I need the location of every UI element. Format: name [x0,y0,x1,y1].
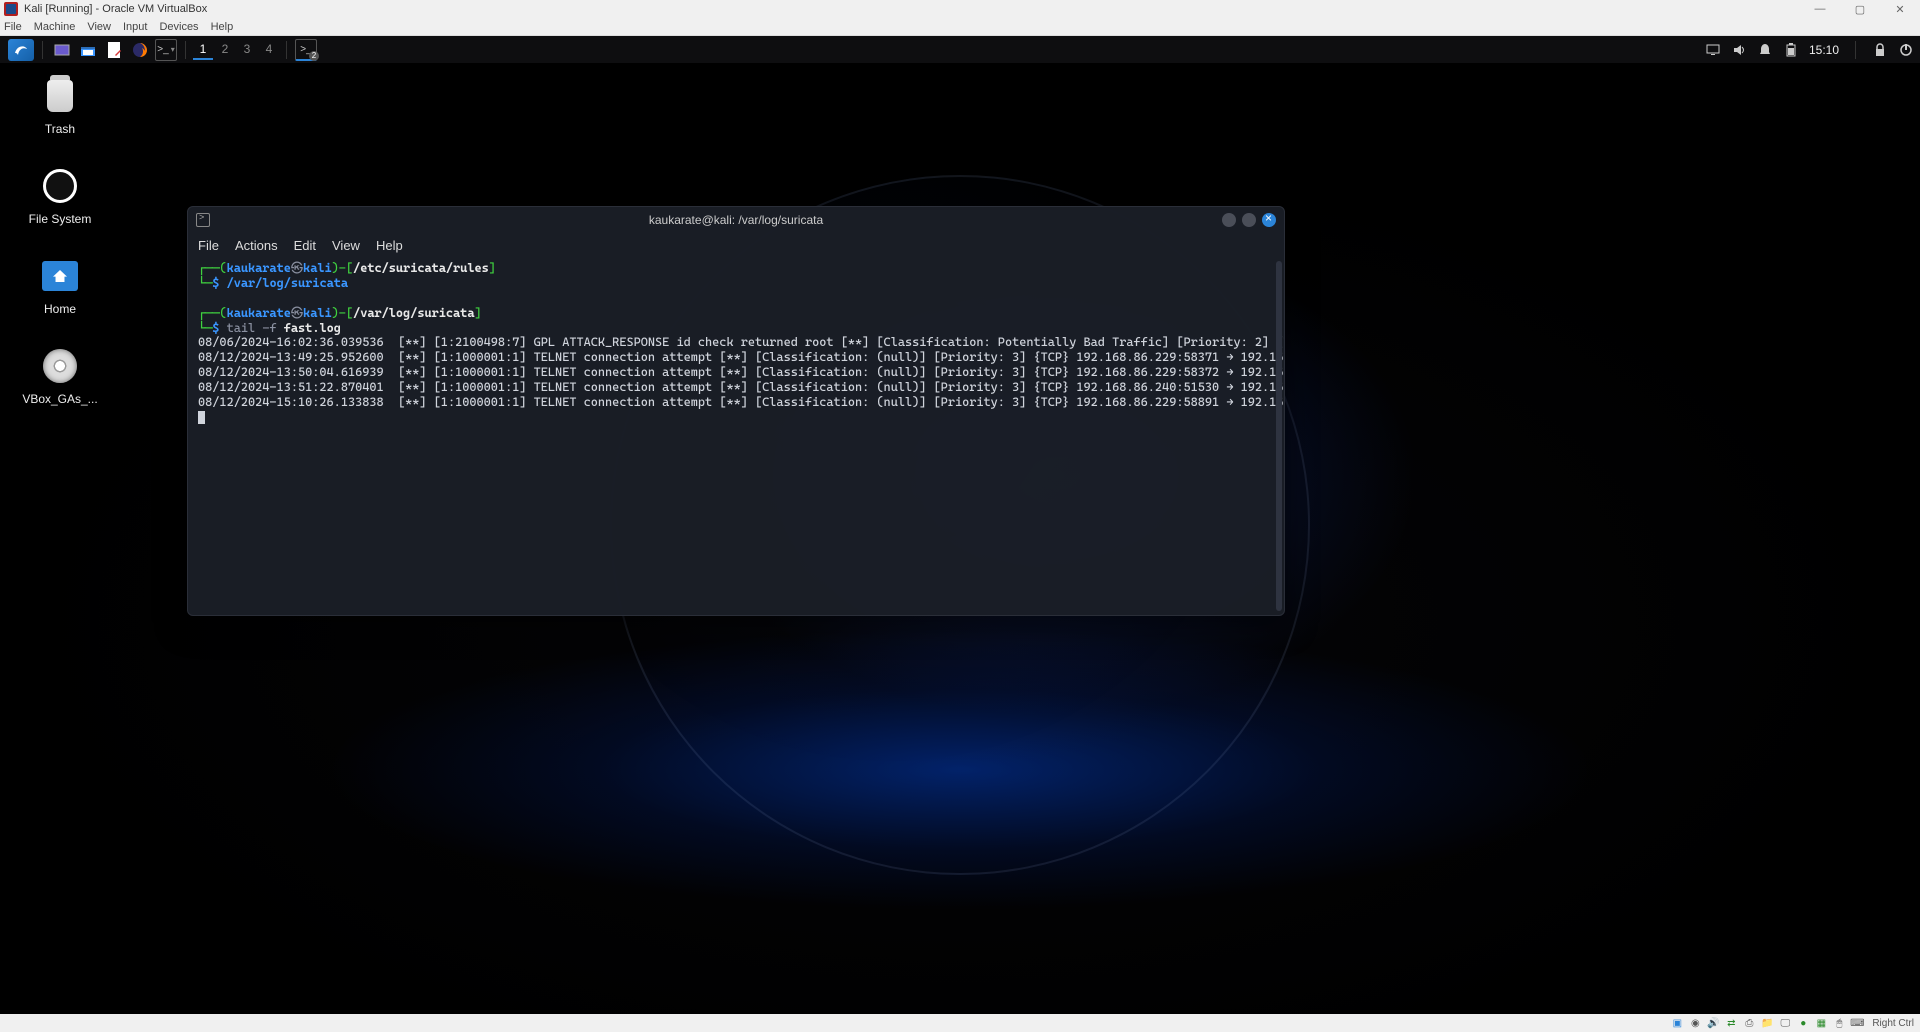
show-desktop-button[interactable] [51,39,73,61]
virtualbox-icon [4,2,18,16]
host-menu-devices[interactable]: Devices [159,21,198,33]
workspace-3[interactable]: 3 [237,40,257,60]
host-menu-view[interactable]: View [87,21,111,33]
status-network-icon[interactable]: ⇄ [1724,1016,1738,1030]
display-icon[interactable] [1705,42,1721,58]
desktop-icon-home[interactable]: Home [20,256,100,316]
status-usb-icon[interactable]: ⎙ [1742,1016,1756,1030]
panel-clock[interactable]: 15:10 [1809,43,1839,57]
status-mouse-icon[interactable]: 🖱 [1832,1016,1846,1030]
host-minimize-button[interactable]: — [1800,0,1840,18]
text-editor-button[interactable] [103,39,125,61]
terminal-scrollbar[interactable] [1276,261,1282,611]
workspace-1[interactable]: 1 [193,40,213,60]
terminal-maximize-button[interactable] [1242,213,1256,227]
terminal-titlebar[interactable]: kaukarate@kali: /var/log/suricata [188,207,1284,233]
host-statusbar: ▣ ◉ 🔊 ⇄ ⎙ 📁 🖵 ● ▦ 🖱 ⌨ Right Ctrl [0,1014,1920,1032]
host-titlebar: Kali [Running] - Oracle VM VirtualBox — … [0,0,1920,18]
lock-icon[interactable] [1872,42,1888,58]
kali-panel: >_▾ 1 2 3 4 >_ 15:10 [0,36,1920,63]
host-close-button[interactable]: ✕ [1880,0,1920,18]
status-host-key: Right Ctrl [1872,1018,1914,1029]
battery-icon[interactable] [1783,42,1799,58]
file-manager-button[interactable] [77,39,99,61]
desktop-icon-filesystem[interactable]: File System [20,166,100,226]
host-menu-machine[interactable]: Machine [34,21,76,33]
terminal-menu-help[interactable]: Help [376,238,403,253]
terminal-menu-file[interactable]: File [198,238,219,253]
firefox-button[interactable] [129,39,151,61]
status-display-icon[interactable]: 🖵 [1778,1016,1792,1030]
home-folder-icon [42,261,78,291]
workspace-4[interactable]: 4 [259,40,279,60]
desktop-icon-label: Home [44,302,76,316]
filesystem-icon [43,169,77,203]
kali-menu-button[interactable] [8,39,34,61]
terminal-menu-actions[interactable]: Actions [235,238,278,253]
terminal-minimize-button[interactable] [1222,213,1236,227]
desktop-icon-vbox-gas[interactable]: VBox_GAs_... [20,346,100,406]
desktop-icon-label: Trash [45,122,75,136]
cd-disc-icon [43,349,77,383]
host-menu-help[interactable]: Help [211,21,234,33]
terminal-icon [196,213,210,227]
terminal-title: kaukarate@kali: /var/log/suricata [649,213,823,227]
status-record-icon[interactable]: ● [1796,1016,1810,1030]
terminal-close-button[interactable] [1262,213,1276,227]
terminal-body[interactable]: ┌──(kaukarate㉿kali)-[/etc/suricata/rules… [188,257,1284,615]
host-maximize-button[interactable]: ▢ [1840,0,1880,18]
status-keyboard-icon[interactable]: ⌨ [1850,1016,1864,1030]
taskbar-terminal-button[interactable]: >_ [295,39,317,61]
notifications-icon[interactable] [1757,42,1773,58]
workspace-2[interactable]: 2 [215,40,235,60]
terminal-launcher-button[interactable]: >_▾ [155,39,177,61]
volume-icon[interactable] [1731,42,1747,58]
vm-display: >_▾ 1 2 3 4 >_ 15:10 Trash File System [0,36,1920,1014]
terminal-window[interactable]: kaukarate@kali: /var/log/suricata File A… [187,206,1285,616]
status-hdd-icon[interactable]: ▣ [1670,1016,1684,1030]
host-menubar: File Machine View Input Devices Help [0,18,1920,36]
status-shared-icon[interactable]: 📁 [1760,1016,1774,1030]
status-optical-icon[interactable]: ◉ [1688,1016,1702,1030]
host-menu-file[interactable]: File [4,21,22,33]
status-cpu-icon[interactable]: ▦ [1814,1016,1828,1030]
trash-icon [47,80,73,112]
terminal-menu-edit[interactable]: Edit [294,238,316,253]
terminal-menu-view[interactable]: View [332,238,360,253]
host-title: Kali [Running] - Oracle VM VirtualBox [24,3,207,15]
power-icon[interactable] [1898,42,1914,58]
desktop-icon-label: File System [29,212,92,226]
host-menu-input[interactable]: Input [123,21,147,33]
desktop-icon-trash[interactable]: Trash [20,76,100,136]
desktop-icons: Trash File System Home VBox_GAs_... [20,76,100,406]
status-audio-icon[interactable]: 🔊 [1706,1016,1720,1030]
terminal-menubar: File Actions Edit View Help [188,233,1284,257]
desktop-icon-label: VBox_GAs_... [22,392,97,406]
